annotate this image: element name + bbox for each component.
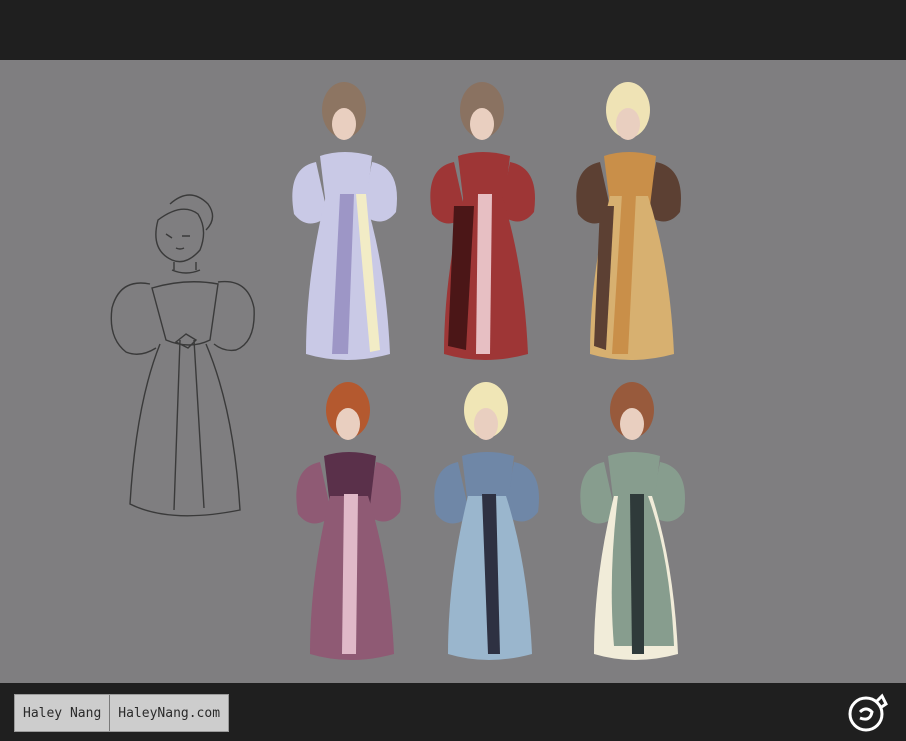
artist-credit: Haley Nang HaleyNang.com — [14, 694, 230, 732]
fox-head-icon[interactable] — [846, 692, 892, 734]
figure-mauve — [296, 382, 401, 660]
figure-blue — [434, 382, 539, 660]
artist-name: Haley Nang — [23, 705, 102, 721]
top-bar — [0, 0, 906, 60]
figure-green — [580, 382, 685, 660]
figure-lavender — [292, 82, 397, 360]
artwork-canvas — [0, 60, 906, 683]
lady-sketch-icon — [110, 194, 255, 517]
bottom-bar: Haley Nang HaleyNang.com — [0, 683, 906, 741]
figure-red — [430, 82, 535, 360]
artist-website[interactable]: HaleyNang.com — [110, 695, 228, 731]
figure-gold — [576, 82, 681, 360]
